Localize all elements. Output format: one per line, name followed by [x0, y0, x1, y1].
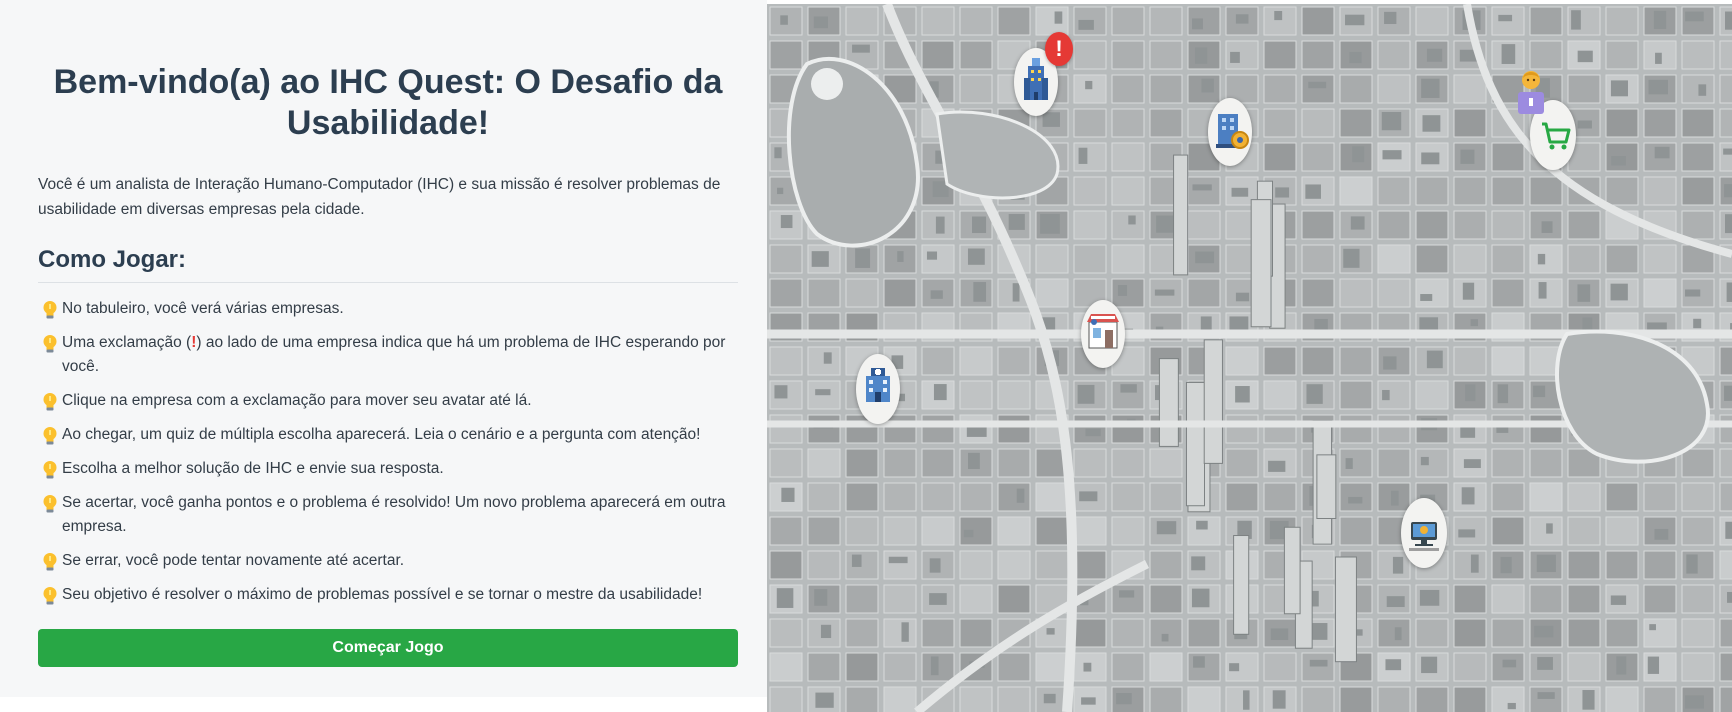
lightbulb-icon — [38, 331, 62, 355]
lightbulb-icon — [38, 491, 62, 515]
how-to-play-heading: Como Jogar: — [38, 246, 738, 283]
rule-text: Escolha a melhor solução de IHC e envie … — [62, 460, 444, 477]
rules-list: No tabuleiro, você verá várias empresas.… — [38, 297, 738, 607]
rule-item: Se acertar, você ganha pontos e o proble… — [38, 491, 738, 539]
company-restaurant[interactable] — [1081, 300, 1125, 368]
computer-icon — [1409, 522, 1439, 551]
rule-text: Seu objetivo é resolver o máximo de prob… — [62, 586, 703, 603]
rule-item: Clique na empresa com a exclamação para … — [38, 389, 738, 413]
bank-icon — [1216, 114, 1249, 149]
rule-item: No tabuleiro, você verá várias empresas. — [38, 297, 738, 321]
hospital-icon — [866, 368, 890, 402]
lightbulb-icon — [38, 423, 62, 447]
city-board: ! — [767, 4, 1732, 712]
rule-item: Ao chegar, um quiz de múltipla escolha a… — [38, 423, 738, 447]
lightbulb-icon — [38, 389, 62, 413]
rule-text: Se acertar, você ganha pontos e o proble… — [62, 494, 726, 535]
start-game-button[interactable]: Começar Jogo — [38, 629, 738, 667]
lightbulb-icon — [38, 549, 62, 573]
rule-text: Ao chegar, um quiz de múltipla escolha a… — [62, 426, 701, 443]
player-avatar — [1514, 68, 1548, 120]
storefront-icon — [1087, 314, 1119, 349]
alert-badge: ! — [1045, 32, 1073, 66]
rule-text-before: Uma exclamação ( — [62, 334, 192, 351]
page-title: Bem-vindo(a) ao IHC Quest: O Desafio da … — [53, 63, 723, 142]
rule-item: Escolha a melhor solução de IHC e envie … — [38, 457, 738, 481]
rule-text: Clique na empresa com a exclamação para … — [62, 392, 532, 409]
player-avatar-icon — [1518, 71, 1544, 114]
game-screen: Bem-vindo(a) ao IHC Quest: O Desafio da … — [0, 0, 1732, 712]
lightbulb-icon — [38, 457, 62, 481]
intro-description: Você é um analista de Interação Humano-C… — [38, 176, 721, 218]
rule-item: Se errar, você pode tentar novamente até… — [38, 549, 738, 573]
lightbulb-icon — [38, 297, 62, 321]
company-bank[interactable] — [1208, 98, 1252, 166]
rule-item: Uma exclamação (!) ao lado de uma empres… — [38, 331, 738, 379]
rule-text: No tabuleiro, você verá várias empresas. — [62, 300, 344, 317]
lightbulb-icon — [38, 583, 62, 607]
company-hospital[interactable] — [856, 354, 900, 424]
company-office[interactable] — [1401, 498, 1447, 568]
rule-item: Seu objetivo é resolver o máximo de prob… — [38, 583, 738, 607]
intro-panel: Bem-vindo(a) ao IHC Quest: O Desafio da … — [0, 0, 767, 697]
rule-text: Se errar, você pode tentar novamente até… — [62, 552, 405, 569]
rule-text: Uma exclamação (!) ao lado de uma empres… — [62, 331, 738, 379]
